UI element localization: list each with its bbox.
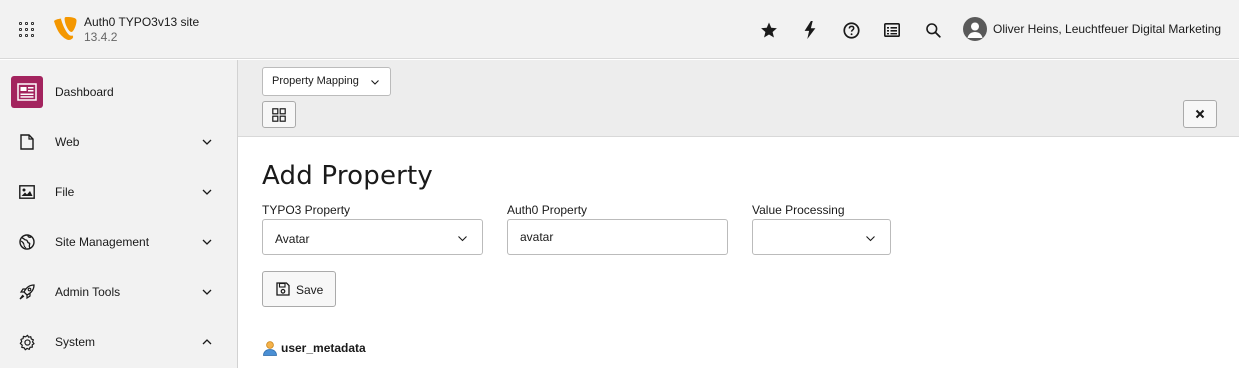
sidebar-item-system[interactable]: System: [0, 317, 237, 367]
user-icon: [263, 341, 277, 356]
value-processing-label: Value Processing: [752, 203, 845, 217]
main-content: Add Property TYPO3 Property Avatar Auth0…: [238, 137, 1239, 368]
typo3-property-label: TYPO3 Property: [262, 203, 351, 217]
list-icon[interactable]: [882, 20, 902, 40]
chevron-down-icon: [202, 139, 212, 145]
typo3-logo-icon[interactable]: [53, 15, 77, 42]
chevron-down-icon: [458, 236, 467, 242]
sidebar-item-label: File: [55, 185, 75, 199]
doc-header: Property Mapping: [238, 60, 1239, 137]
site-version: 13.4.2: [84, 30, 118, 44]
sidebar-item-admin-tools[interactable]: Admin Tools: [0, 267, 237, 317]
image-icon: [18, 183, 36, 201]
bolt-icon[interactable]: [800, 20, 820, 40]
topbar: Auth0 TYPO3v13 site 13.4.2 Oliver Heins,…: [0, 0, 1239, 59]
sidebar-item-dashboard[interactable]: Dashboard: [0, 67, 237, 117]
sidebar-item-label: System: [55, 335, 96, 349]
page-icon: [18, 133, 36, 151]
typo3-property-value: Avatar: [275, 232, 310, 246]
typo3-property-select[interactable]: Avatar: [262, 219, 483, 255]
globe-icon: [18, 233, 36, 251]
sidebar-item-file[interactable]: File: [0, 167, 237, 217]
chevron-down-icon: [202, 239, 212, 245]
sidebar-item-site-management[interactable]: Site Management: [0, 217, 237, 267]
search-icon[interactable]: [923, 20, 943, 40]
sidebar-item-label: Site Management: [55, 235, 150, 249]
chevron-down-icon: [371, 80, 379, 85]
page-title: Add Property: [262, 161, 434, 191]
user-avatar-icon[interactable]: [963, 17, 987, 41]
user-name[interactable]: Oliver Heins, Leuchtfeuer Digital Market…: [993, 22, 1221, 36]
app-menu-icon[interactable]: [17, 20, 36, 39]
auth0-property-label: Auth0 Property: [507, 203, 588, 217]
star-icon[interactable]: [759, 20, 779, 40]
close-button[interactable]: [1183, 100, 1217, 128]
grid-icon: [272, 107, 286, 122]
chevron-down-icon: [202, 289, 212, 295]
save-button-label: Save: [296, 283, 324, 297]
gear-icon: [18, 333, 36, 351]
sidebar-item-label: Admin Tools: [55, 285, 121, 299]
sidebar-item-label: Web: [55, 135, 80, 149]
module-sidebar: Dashboard Web File Site Management Admin…: [0, 60, 238, 368]
save-button[interactable]: Save: [262, 271, 336, 307]
metadata-label: user_metadata: [281, 341, 366, 355]
site-title: Auth0 TYPO3v13 site: [84, 15, 200, 29]
chevron-down-icon: [202, 189, 212, 195]
view-mode-button[interactable]: [262, 101, 296, 128]
auth0-property-input[interactable]: [507, 219, 728, 255]
module-menu-dropdown[interactable]: Property Mapping: [262, 67, 391, 96]
chevron-up-icon: [202, 339, 212, 345]
help-icon[interactable]: [841, 20, 861, 40]
dashboard-icon: [11, 76, 43, 108]
module-menu-value: Property Mapping: [272, 75, 359, 87]
close-icon: [1195, 109, 1205, 119]
rocket-icon: [18, 283, 36, 301]
sidebar-item-web[interactable]: Web: [0, 117, 237, 167]
chevron-down-icon: [866, 236, 875, 242]
sidebar-item-label: Dashboard: [55, 85, 114, 99]
save-icon: [276, 282, 290, 296]
value-processing-select[interactable]: [752, 219, 891, 255]
